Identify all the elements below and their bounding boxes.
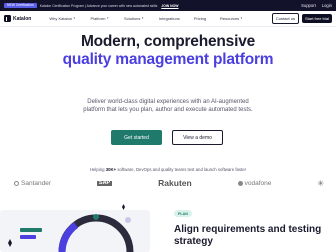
- nav-item-label: Integrations: [158, 16, 180, 21]
- nav-item-label: Resources: [220, 16, 240, 21]
- hero-title: Modern, comprehensive quality management…: [0, 33, 336, 69]
- social-proof-prefix: Helping: [89, 167, 105, 172]
- nav-item-why-katalon[interactable]: Why Katalon ▾: [49, 16, 76, 21]
- nav-item-label: Platform: [90, 16, 106, 21]
- plan-illustration: [0, 204, 150, 252]
- join-now-link[interactable]: JOIN NOW: [161, 4, 178, 8]
- start-free-trial-button[interactable]: Start free trial: [301, 14, 332, 23]
- view-demo-button[interactable]: View a demo: [172, 130, 223, 145]
- announcement-bar: NEW Certification Katalon Certification …: [0, 0, 336, 11]
- santander-flame-icon: [14, 180, 19, 186]
- feature-title: Align requirements and testing strategy: [174, 224, 322, 247]
- vodafone-speechmark-icon: [237, 180, 243, 186]
- katalon-logo-icon: [4, 15, 11, 22]
- hero-title-line2: quality management platform: [62, 51, 274, 68]
- get-started-button[interactable]: Get started: [111, 130, 162, 145]
- nav-item-platform[interactable]: Platform ▾: [91, 16, 110, 21]
- chevron-down-icon: ▾: [240, 16, 243, 20]
- illustration-node: [125, 217, 131, 223]
- rakuten-logo: Rakuten: [158, 178, 192, 188]
- nav-actions: Contact us Start free trial: [271, 13, 332, 24]
- chevron-down-icon: ▾: [73, 16, 76, 20]
- contact-us-button[interactable]: Contact us: [271, 13, 299, 24]
- nav-item-resources[interactable]: Resources ▾: [220, 16, 244, 21]
- chevron-down-icon: ▾: [106, 16, 109, 20]
- plan-pill: PLAN: [174, 210, 192, 217]
- nav-item-integrations[interactable]: Integrations: [159, 16, 180, 21]
- login-link[interactable]: Login: [322, 3, 332, 8]
- hero-subtitle: Deliver world-class digital experiences …: [83, 99, 253, 113]
- support-link[interactable]: Support: [301, 3, 316, 8]
- announcement-badge: NEW Certification: [4, 3, 37, 8]
- nav-item-pricing[interactable]: Pricing: [194, 16, 206, 21]
- main-nav: Katalon Why Katalon ▾ Platform ▾ Solutio…: [0, 11, 336, 27]
- illustration-node: [93, 214, 99, 220]
- vodafone-logo: vodafone: [237, 179, 272, 187]
- nav-item-label: Why Katalon: [49, 16, 73, 21]
- illustration-bar: [20, 235, 36, 239]
- chevron-down-icon: ▾: [141, 16, 144, 20]
- vodafone-wordmark: vodafone: [244, 179, 272, 187]
- social-proof-count: 30K+: [105, 167, 117, 172]
- nav-menu: Why Katalon ▾ Platform ▾ Solutions ▾ Int…: [49, 16, 243, 21]
- nav-item-label: Pricing: [193, 16, 207, 21]
- announcement-message: Katalon Certification Program | Advance …: [39, 3, 158, 8]
- sap-wordmark: SAP: [96, 179, 113, 186]
- santander-logo: Santander: [14, 180, 51, 187]
- customer-logos: Santander SAP Rakuten vodafone ✳: [14, 176, 324, 190]
- illustration-sparkle-icon: [122, 204, 125, 210]
- santander-wordmark: Santander: [21, 179, 51, 187]
- katalon-logo[interactable]: Katalon: [4, 15, 31, 22]
- auth-links: Support Login: [301, 3, 332, 8]
- hero-title-line1: Modern, comprehensive: [80, 33, 256, 50]
- sap-logo: SAP: [96, 179, 113, 186]
- asterisk-logo: ✳: [317, 178, 324, 188]
- logo-text: Katalon: [13, 15, 32, 22]
- social-proof-suffix: software, DevOps and quality teams test …: [117, 167, 247, 172]
- illustration-bar: [20, 228, 42, 232]
- nav-item-solutions[interactable]: Solutions ▾: [124, 16, 145, 21]
- nav-item-label: Solutions: [123, 16, 141, 21]
- social-proof-text: Helping 30K+ software, DevOps and qualit…: [0, 167, 336, 172]
